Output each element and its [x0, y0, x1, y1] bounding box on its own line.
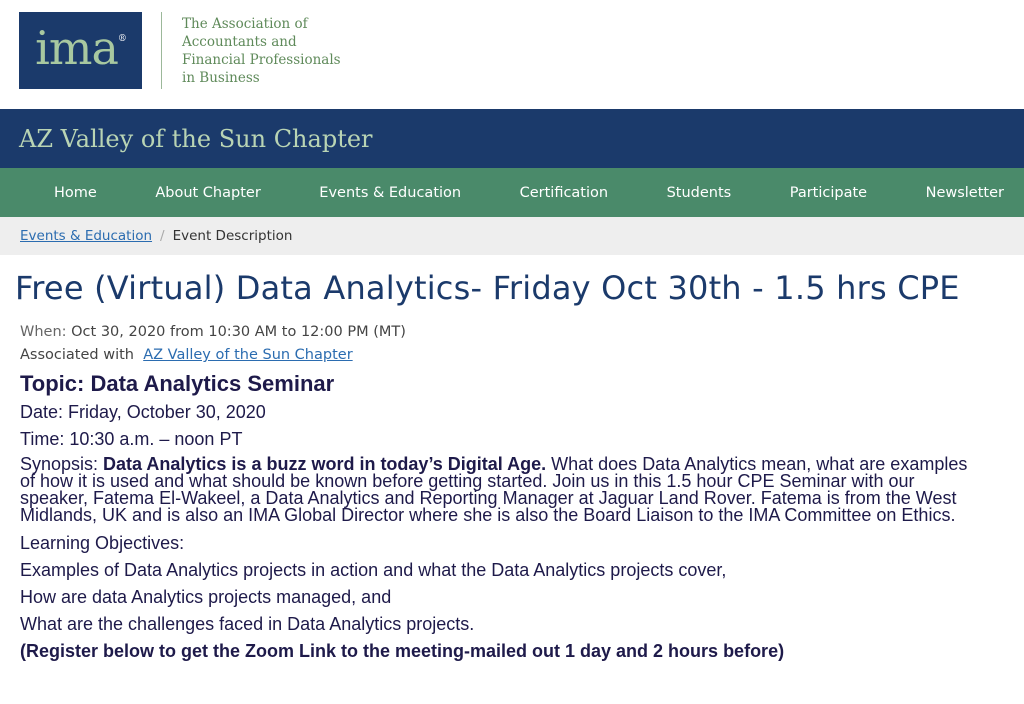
nav-item-students[interactable]: Students — [667, 185, 732, 201]
event-description: Topic: Data Analytics Seminar Date: Frid… — [0, 371, 1024, 665]
nav-item-home[interactable]: Home — [54, 185, 97, 201]
chapter-title[interactable]: AZ Valley of the Sun Chapter — [19, 125, 373, 153]
logo-wordmark: ima® — [35, 20, 127, 75]
assoc-line: Financial Professionals — [182, 52, 341, 68]
breadcrumb-current: Event Description — [172, 228, 293, 244]
nav-item-certification[interactable]: Certification — [520, 185, 609, 201]
assoc-chapter-link[interactable]: AZ Valley of the Sun Chapter — [143, 347, 352, 363]
assoc-line: in Business — [182, 70, 260, 86]
when-value: Oct 30, 2020 from 10:30 AM to 12:00 PM (… — [71, 324, 406, 340]
logo-divider — [161, 12, 162, 89]
objective-item: How are data Analytics projects managed,… — [20, 587, 392, 607]
synopsis: Synopsis: Data Analytics is a buzz word … — [20, 455, 984, 524]
ima-logo[interactable]: ima® — [19, 12, 142, 89]
objective-item: Examples of Data Analytics projects in a… — [20, 560, 727, 580]
when-label: When: — [20, 324, 67, 340]
registered-mark: ® — [117, 33, 127, 44]
nav-item-events-education[interactable]: Events & Education — [319, 185, 461, 201]
breadcrumb-link-events[interactable]: Events & Education — [20, 228, 152, 244]
main-nav: Home About Chapter Events & Education Ce… — [0, 168, 1024, 217]
breadcrumb: Events & Education / Event Description — [0, 217, 1024, 255]
topic-heading: Topic: Data Analytics Seminar — [20, 371, 335, 396]
association-name: The Association of Accountants and Finan… — [182, 15, 341, 87]
objectives-heading: Learning Objectives: — [20, 533, 185, 553]
nav-item-newsletter[interactable]: Newsletter — [926, 185, 1004, 201]
nav-item-participate[interactable]: Participate — [790, 185, 867, 201]
event-date: Date: Friday, October 30, 2020 — [20, 402, 266, 422]
event-association: Associated with AZ Valley of the Sun Cha… — [20, 344, 1024, 367]
event-time: Time: 10:30 a.m. – noon PT — [20, 429, 243, 449]
event-meta: When: Oct 30, 2020 from 10:30 AM to 12:0… — [0, 321, 1024, 367]
assoc-line: The Association of — [182, 16, 308, 32]
assoc-line: Accountants and — [182, 34, 297, 50]
chapter-banner: AZ Valley of the Sun Chapter — [0, 109, 1024, 168]
assoc-label: Associated with — [20, 347, 134, 363]
register-note: (Register below to get the Zoom Link to … — [20, 641, 785, 661]
breadcrumb-separator: / — [160, 228, 165, 244]
page-title: Free (Virtual) Data Analytics- Friday Oc… — [15, 269, 960, 307]
nav-item-about-chapter[interactable]: About Chapter — [155, 185, 260, 201]
objective-item: What are the challenges faced in Data An… — [20, 614, 475, 634]
event-when: When: Oct 30, 2020 from 10:30 AM to 12:0… — [20, 321, 1024, 344]
site-header: ima® The Association of Accountants and … — [0, 0, 1024, 109]
